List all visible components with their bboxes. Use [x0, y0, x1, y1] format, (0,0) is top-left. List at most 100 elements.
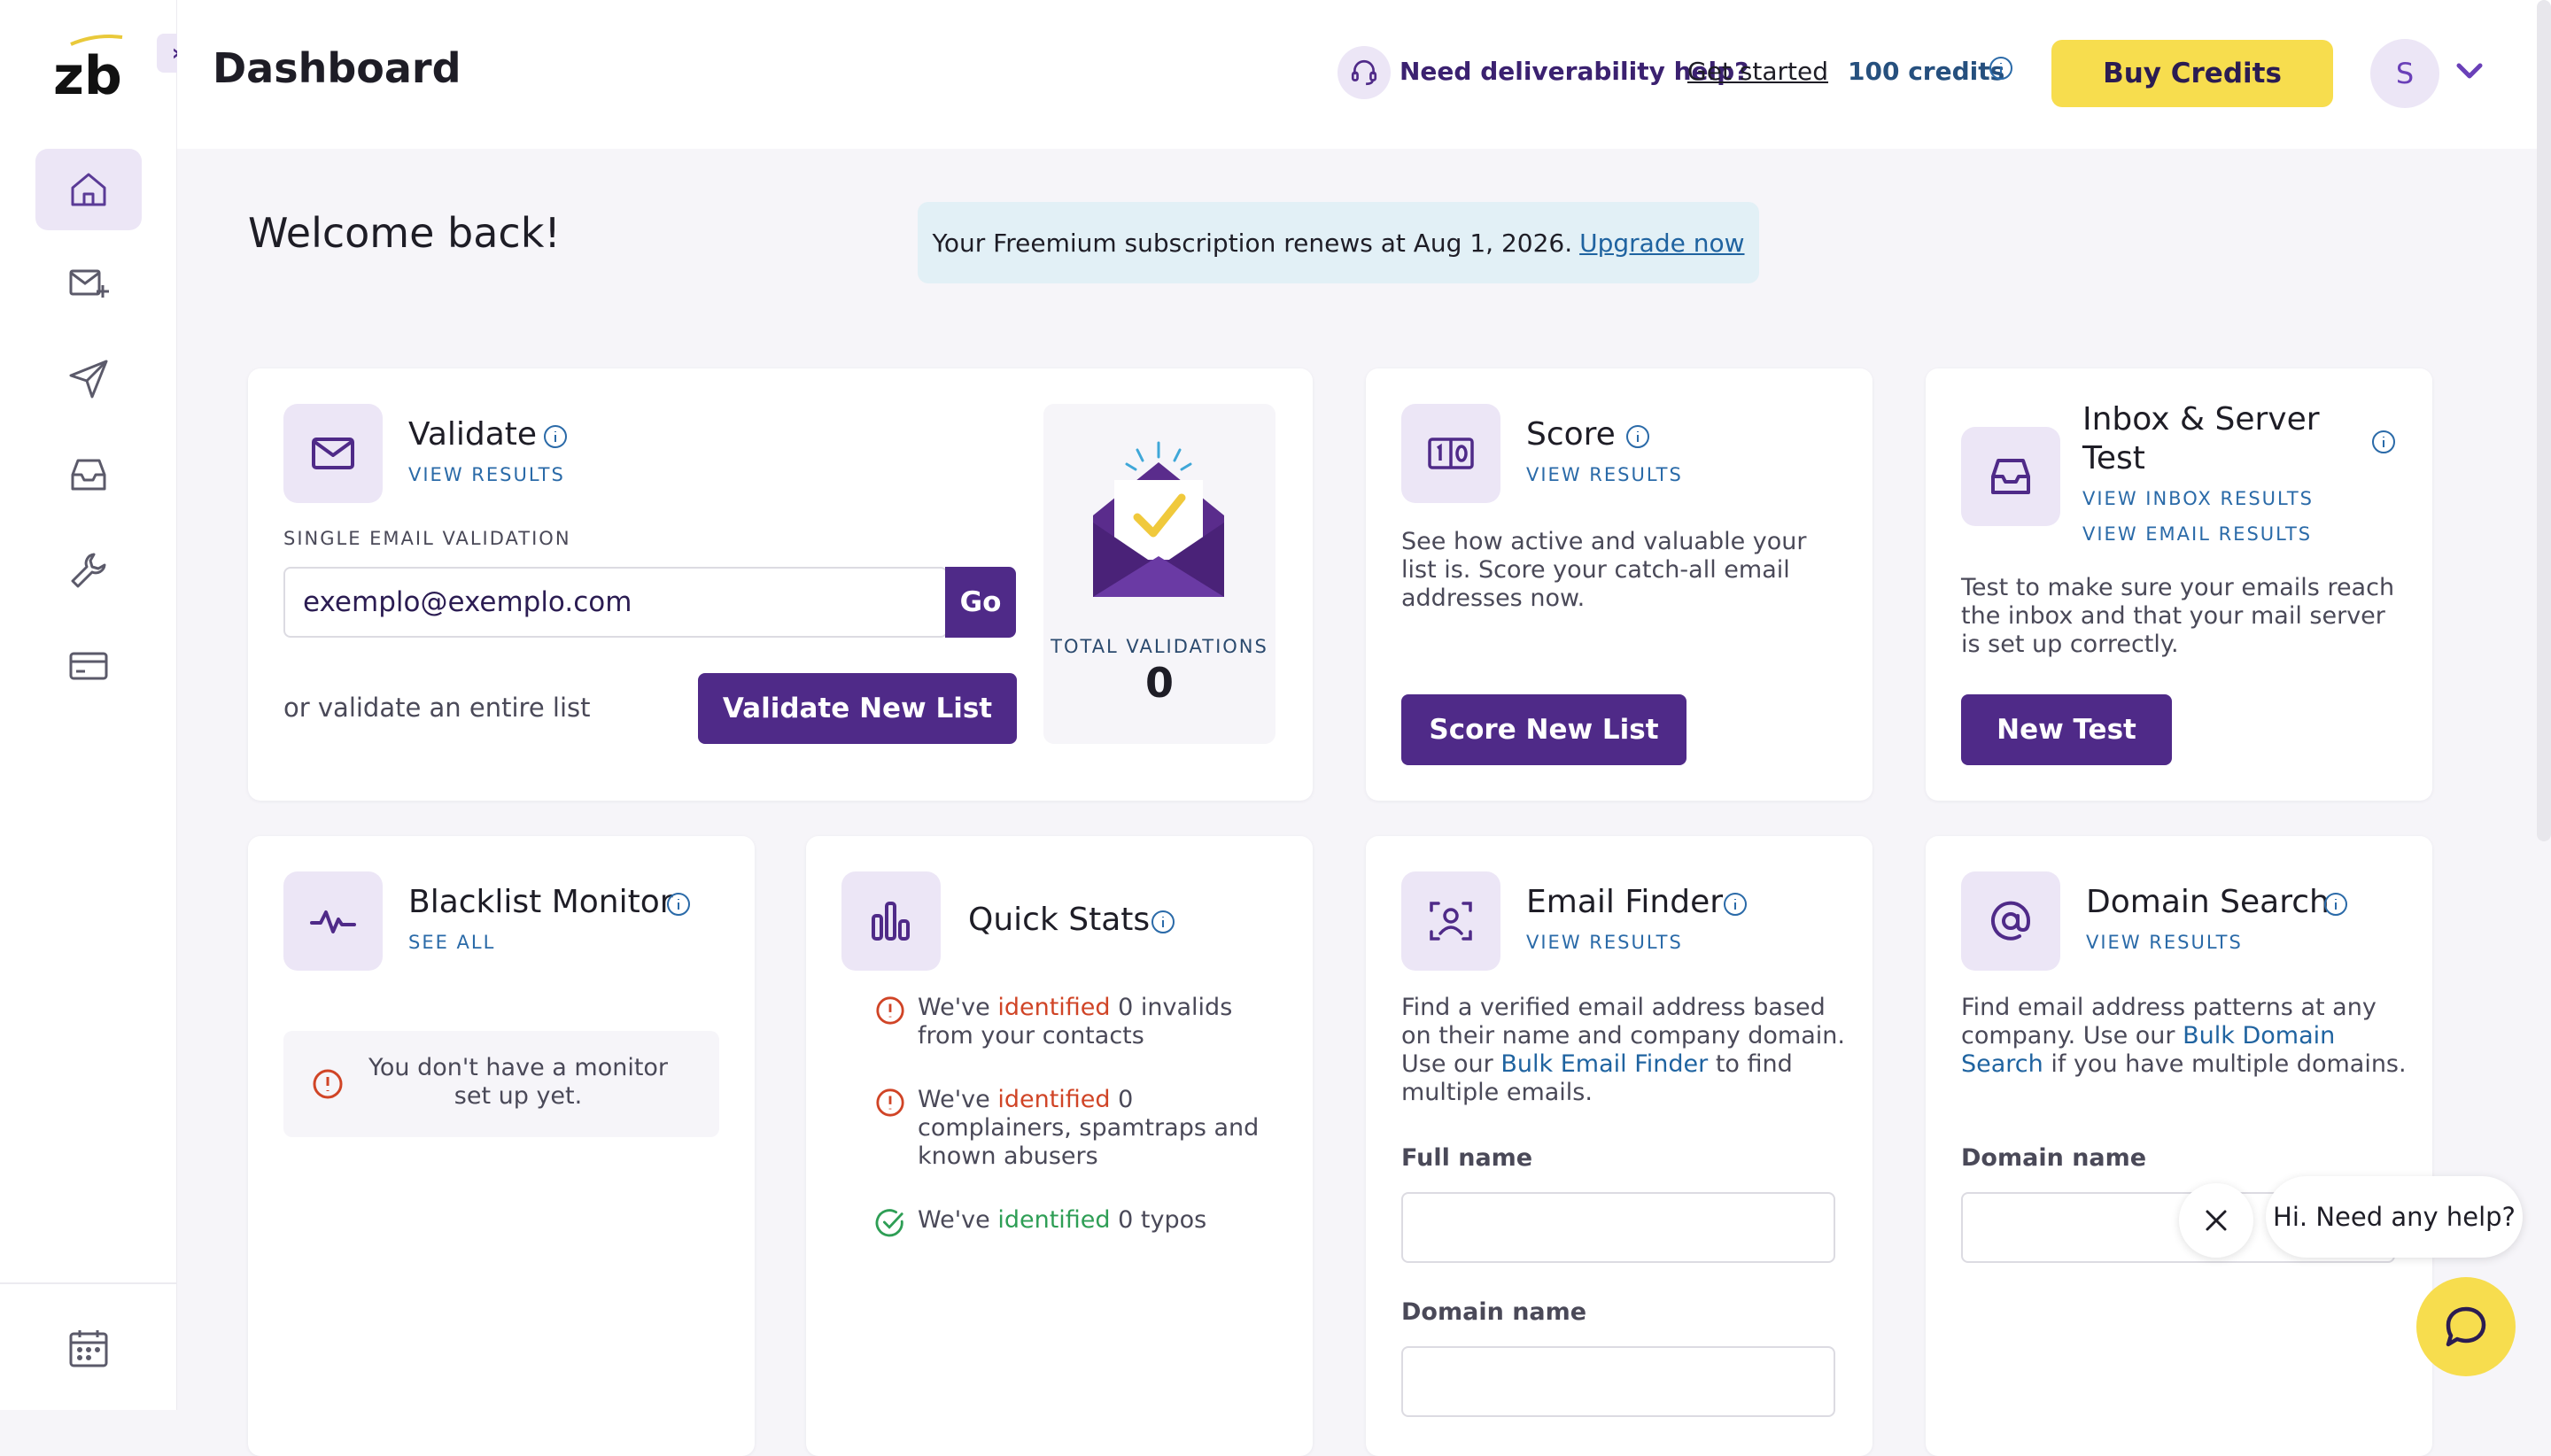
credits-count: 100 credits: [1848, 57, 2005, 86]
info-icon[interactable]: [1988, 55, 2014, 81]
nav-campaigns[interactable]: [35, 338, 142, 420]
full-name-label: Full name: [1401, 1144, 1533, 1172]
validate-view-results-link[interactable]: VIEW RESULTS: [408, 464, 565, 485]
domain-search-view-results-link[interactable]: VIEW RESULTS: [2086, 932, 2243, 953]
validate-new-list-button[interactable]: Validate New List: [698, 673, 1017, 744]
page-scrollbar[interactable]: [2537, 0, 2551, 841]
email-input[interactable]: exemplo@exemplo.com: [283, 567, 948, 638]
mail-icon: [312, 438, 354, 469]
score-description: See how active and valuable your list is…: [1401, 528, 1807, 612]
or-validate-text: or validate an entire list: [283, 693, 591, 723]
quick-stats-tile: [841, 871, 941, 971]
info-icon[interactable]: [1722, 891, 1748, 918]
stat-row-complainers: We've identified 0 complainers, spamtrap…: [875, 1086, 1283, 1171]
chevron-down-icon[interactable]: [2454, 60, 2485, 83]
inbox-title: Inbox & Server Test: [2082, 400, 2320, 478]
info-icon[interactable]: [2322, 891, 2349, 918]
bulk-email-finder-link[interactable]: Bulk Email Finder: [1500, 1050, 1708, 1078]
chat-close-button[interactable]: [2179, 1183, 2253, 1258]
validate-tile: [283, 404, 383, 503]
blacklist-tile: [283, 871, 383, 971]
info-icon[interactable]: [1150, 909, 1176, 935]
email-finder-tile: [1401, 871, 1500, 971]
get-started-link[interactable]: Get started: [1687, 57, 1828, 86]
send-icon: [69, 360, 108, 399]
stat-detail: 0 typos: [1118, 1206, 1207, 1234]
at-sign-icon: [1991, 901, 2031, 941]
inbox-title-line2: Test: [2082, 440, 2145, 476]
blacklist-empty-text: You don't have a monitor set up yet.: [368, 1054, 669, 1110]
stat-prefix: We've: [918, 1086, 990, 1113]
nav-billing[interactable]: [35, 625, 142, 707]
finder-domain-input[interactable]: [1401, 1346, 1835, 1417]
bar-chart-icon: [872, 902, 910, 941]
score-tile: [1401, 404, 1500, 503]
stat-highlight: identified: [997, 1086, 1111, 1113]
inbox-icon: [1991, 459, 2030, 494]
inbox-title-line1: Inbox & Server: [2082, 401, 2320, 438]
go-button[interactable]: Go: [945, 567, 1016, 638]
inbox-icon: [71, 459, 106, 491]
full-name-input[interactable]: [1401, 1192, 1835, 1263]
score-new-list-button[interactable]: Score New List: [1401, 694, 1686, 765]
subscription-notice: Your Freemium subscription renews at Aug…: [918, 202, 1759, 283]
alert-icon: [876, 1088, 904, 1117]
check-circle-icon: [875, 1209, 903, 1237]
chat-launcher-button[interactable]: [2416, 1277, 2516, 1376]
inbox-tile: [1961, 427, 2060, 526]
info-icon[interactable]: [665, 891, 692, 918]
chat-greeting-bubble[interactable]: Hi. Need any help?: [2266, 1176, 2523, 1258]
stat-row-typos: We've identified 0 typos: [875, 1206, 1283, 1238]
notice-text: Your Freemium subscription renews at Aug…: [932, 228, 1573, 258]
nav-calendar[interactable]: [35, 1307, 142, 1389]
info-icon[interactable]: [1624, 423, 1651, 450]
alert-icon: [313, 1069, 343, 1099]
stat-prefix: We've: [918, 1206, 990, 1234]
headset-icon: [1338, 46, 1391, 99]
score-title: Score: [1526, 416, 1616, 453]
email-finder-description: Find a verified email address based on t…: [1401, 994, 1853, 1107]
email-finder-title: Email Finder: [1526, 884, 1724, 920]
envelope-check-illustration: [1093, 441, 1224, 597]
total-validations-label: TOTAL VALIDATIONS: [1051, 636, 1268, 657]
page-title: Dashboard: [213, 44, 461, 92]
stat-highlight: identified: [997, 994, 1111, 1021]
nav-home[interactable]: [35, 149, 142, 230]
nav-inbox[interactable]: [35, 434, 142, 515]
score-icon: [1428, 438, 1474, 469]
zb-logo[interactable]: zb: [51, 32, 131, 107]
finder-domain-label: Domain name: [1401, 1298, 1587, 1326]
avatar[interactable]: S: [2370, 39, 2439, 108]
upgrade-now-link[interactable]: Upgrade now: [1579, 228, 1744, 258]
new-test-button[interactable]: New Test: [1961, 694, 2172, 765]
nav-validate[interactable]: [35, 243, 142, 324]
email-input-value: exemplo@exemplo.com: [303, 586, 632, 618]
view-inbox-results-link[interactable]: VIEW INBOX RESULTS: [2082, 488, 2314, 509]
domain-name-label: Domain name: [1961, 1144, 2147, 1172]
nav-tools[interactable]: [35, 530, 142, 611]
domain-search-tile: [1961, 871, 2060, 971]
view-email-results-link[interactable]: VIEW EMAIL RESULTS: [2082, 523, 2312, 545]
close-icon: [2206, 1210, 2227, 1231]
domain-search-description: Find email address patterns at any compa…: [1961, 994, 2413, 1079]
credit-card-icon: [69, 652, 108, 680]
info-icon[interactable]: [2370, 429, 2397, 455]
domain-desc-text-end: if you have multiple domains.: [2051, 1050, 2407, 1078]
email-finder-view-results-link[interactable]: VIEW RESULTS: [1526, 932, 1683, 953]
sidebar: zb ›: [0, 0, 196, 1410]
buy-credits-button[interactable]: Buy Credits: [2051, 40, 2333, 107]
blacklist-see-all-link[interactable]: SEE ALL: [408, 932, 495, 953]
info-icon[interactable]: [542, 423, 569, 450]
alert-icon: [876, 996, 904, 1025]
chat-icon: [2446, 1306, 2486, 1347]
pulse-icon: [310, 910, 356, 933]
quick-stats-title: Quick Stats: [968, 902, 1151, 938]
score-view-results-link[interactable]: VIEW RESULTS: [1526, 464, 1683, 485]
stat-row-invalids: We've identified 0 invalids from your co…: [875, 994, 1283, 1050]
person-search-icon: [1430, 902, 1472, 941]
total-validations-value: 0: [1144, 659, 1174, 707]
stat-prefix: We've: [918, 994, 990, 1021]
domain-search-title: Domain Search: [2086, 884, 2330, 920]
svg-text:zb: zb: [53, 45, 122, 103]
wrench-icon: [71, 553, 106, 588]
